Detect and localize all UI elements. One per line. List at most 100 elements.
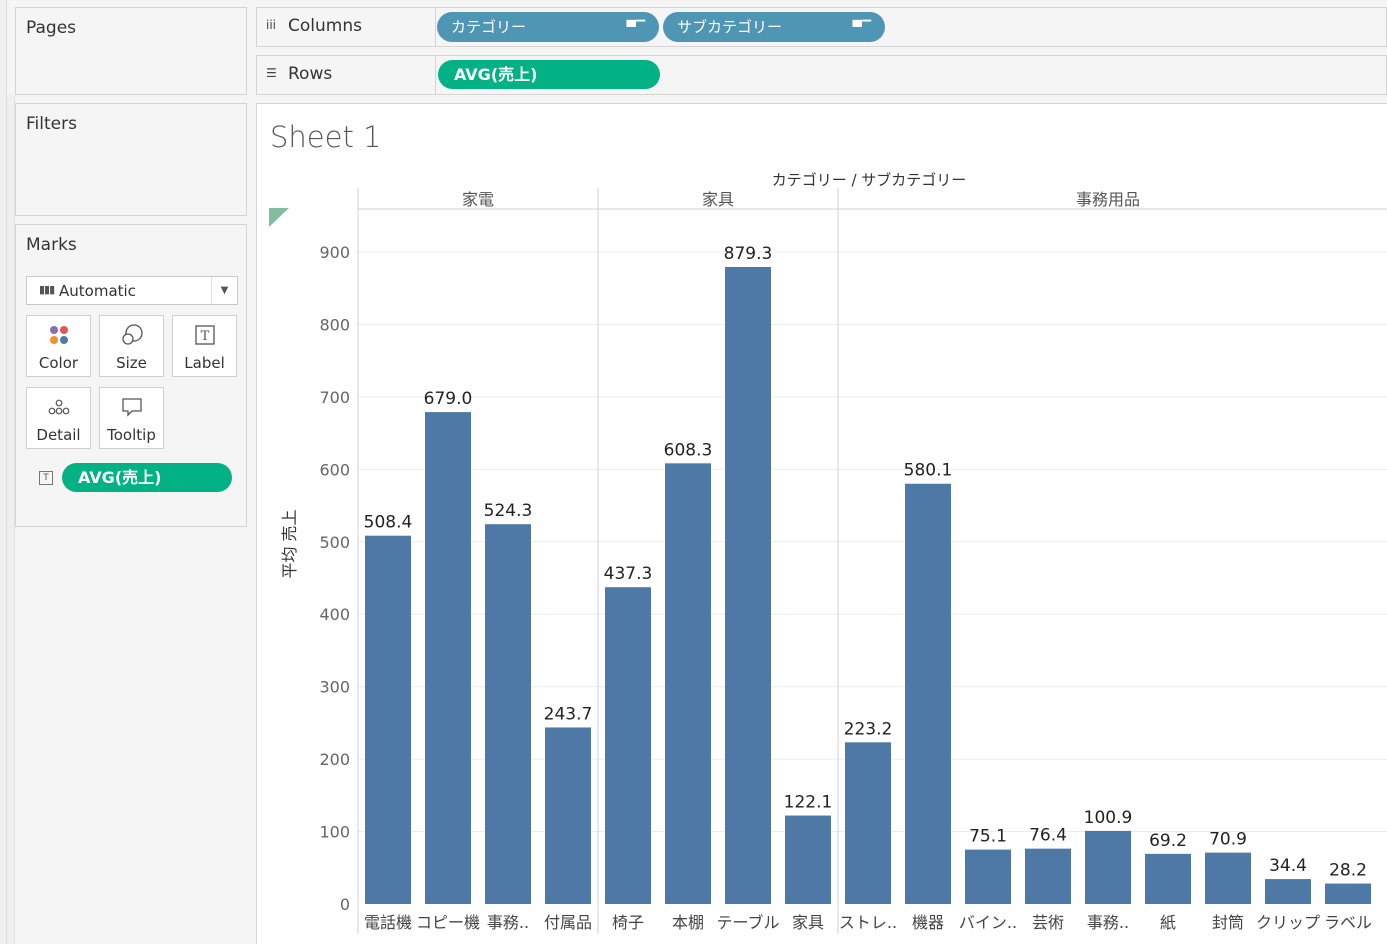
columns-pill-subcategory-label: サブカテゴリー (677, 18, 783, 36)
chevron-down-icon[interactable]: ▼ (211, 277, 237, 304)
label-button[interactable]: T Label (172, 315, 237, 377)
y-tick-label: 100 (319, 823, 350, 842)
columns-pill-category[interactable]: カテゴリー ▀▔ (437, 12, 659, 42)
rows-pill-avg-sales[interactable]: AVG(売上) (438, 60, 660, 89)
marks-card: Marks ▮▮▮ Automatic ▼ Color Size T Label… (15, 224, 247, 527)
columns-shelf[interactable]: iii Columns カテゴリー ▀▔ サブカテゴリー ▀▔ (256, 7, 1387, 47)
data-label: 69.2 (1149, 831, 1187, 851)
y-tick-label: 0 (340, 895, 350, 914)
color-button[interactable]: Color (26, 315, 91, 377)
data-label: 879.3 (724, 244, 773, 264)
columns-icon: iii (266, 18, 277, 32)
x-tick-label: テーブル (716, 913, 779, 932)
columns-pill-subcategory[interactable]: サブカテゴリー ▀▔ (663, 12, 885, 42)
left-edge-panel (0, 0, 7, 944)
tooltip-button[interactable]: Tooltip (99, 387, 164, 449)
svg-text:T: T (200, 329, 209, 344)
color-label: Color (38, 354, 79, 372)
bar-chart: カテゴリー / サブカテゴリー 0 100 200 300 400 500 600 700 800… (269, 171, 1387, 934)
data-label: 508.4 (364, 513, 413, 533)
y-tick-label: 200 (319, 750, 350, 769)
x-tick-label: ストレ.. (839, 913, 897, 932)
data-label: 580.1 (904, 461, 953, 481)
tooltip-icon (100, 396, 163, 418)
detail-label: Detail (36, 426, 81, 444)
bar-chart-icon: ▮▮▮ (39, 283, 55, 296)
filters-shelf[interactable]: Filters (15, 103, 247, 216)
view-corner-marker (269, 208, 289, 227)
size-label: Size (116, 354, 147, 372)
bar (1025, 848, 1071, 904)
sort-icon[interactable]: ▀▔ (853, 12, 871, 42)
x-tick-label: コピー機 (416, 913, 480, 932)
x-tick-label: 椅子 (612, 913, 644, 932)
x-tick-label: クリップ (1256, 913, 1320, 932)
group-header-label: 事務用品 (1076, 190, 1140, 209)
label-icon: T (173, 324, 236, 346)
filters-title: Filters (26, 114, 77, 134)
bar (1085, 830, 1131, 904)
bar (1325, 883, 1371, 904)
data-label: 243.7 (544, 704, 593, 724)
data-label: 100.9 (1084, 808, 1133, 828)
group-header-label: 家電 (462, 190, 494, 209)
columns-pill-category-label: カテゴリー (451, 18, 527, 36)
column-header-title: カテゴリー / サブカテゴリー (772, 171, 967, 189)
x-tick-label: 紙 (1160, 913, 1176, 932)
data-label: 34.4 (1269, 856, 1307, 876)
columns-label-box: iii Columns (257, 8, 436, 46)
bar (545, 727, 591, 904)
bar (785, 815, 831, 904)
x-tick-label: 機器 (912, 913, 944, 932)
x-tick-label: 封筒 (1212, 913, 1244, 932)
left-scroll-strip (7, 95, 15, 944)
rows-label-box: ☰ Rows (257, 56, 436, 94)
rows-shelf[interactable]: ☰ Rows AVG(売上) (256, 55, 1387, 95)
mark-type-dropdown[interactable]: ▮▮▮ Automatic ▼ (26, 276, 238, 305)
pages-title: Pages (26, 18, 77, 38)
bar (665, 463, 711, 904)
y-tick-label: 300 (319, 678, 350, 697)
x-tick-label: 家具 (792, 913, 824, 932)
x-tick-label: バイン.. (959, 913, 1017, 932)
size-button[interactable]: Size (99, 315, 164, 377)
data-label: 223.2 (844, 719, 893, 739)
data-label: 75.1 (969, 827, 1007, 847)
detail-icon (27, 396, 90, 418)
bar (905, 483, 951, 904)
tooltip-label: Tooltip (107, 426, 156, 444)
pages-shelf[interactable]: Pages (15, 7, 247, 95)
data-label: 437.3 (604, 564, 653, 584)
data-label: 679.0 (424, 389, 473, 409)
y-tick-label: 900 (319, 243, 350, 262)
label-encoding-icon: T (39, 471, 53, 485)
group-header-label: 家具 (702, 190, 734, 209)
mark-type-value: Automatic (59, 282, 136, 300)
x-tick-label: 事務.. (1087, 913, 1129, 932)
x-tick-label: 芸術 (1032, 913, 1064, 932)
sort-icon[interactable]: ▀▔ (627, 12, 645, 42)
rows-icon: ☰ (266, 66, 277, 80)
data-label: 28.2 (1329, 861, 1367, 881)
x-tick-label: 本棚 (672, 913, 704, 932)
bar (605, 587, 651, 904)
y-tick-label: 500 (319, 533, 350, 552)
size-icon (100, 324, 163, 346)
x-tick-label: ラベル (1324, 913, 1372, 932)
data-label: 70.9 (1209, 830, 1247, 850)
bar (725, 266, 771, 905)
data-label: 122.1 (784, 793, 833, 813)
bar (1205, 852, 1251, 904)
x-tick-label: 事務.. (487, 913, 529, 932)
bar (845, 742, 891, 904)
sheet-view: Sheet 1 カテゴリー / サブカテゴリー 0 100 200 300 400 500 6… (256, 103, 1387, 944)
color-icon (27, 324, 90, 346)
x-tick-label: 電話機 (364, 913, 412, 932)
bar (485, 524, 531, 904)
y-tick-label: 600 (319, 460, 350, 479)
bar (365, 535, 411, 904)
label-label: Label (184, 354, 225, 372)
bar (425, 412, 471, 904)
marks-pill-avg-sales[interactable]: AVG(売上) (62, 463, 232, 492)
detail-button[interactable]: Detail (26, 387, 91, 449)
